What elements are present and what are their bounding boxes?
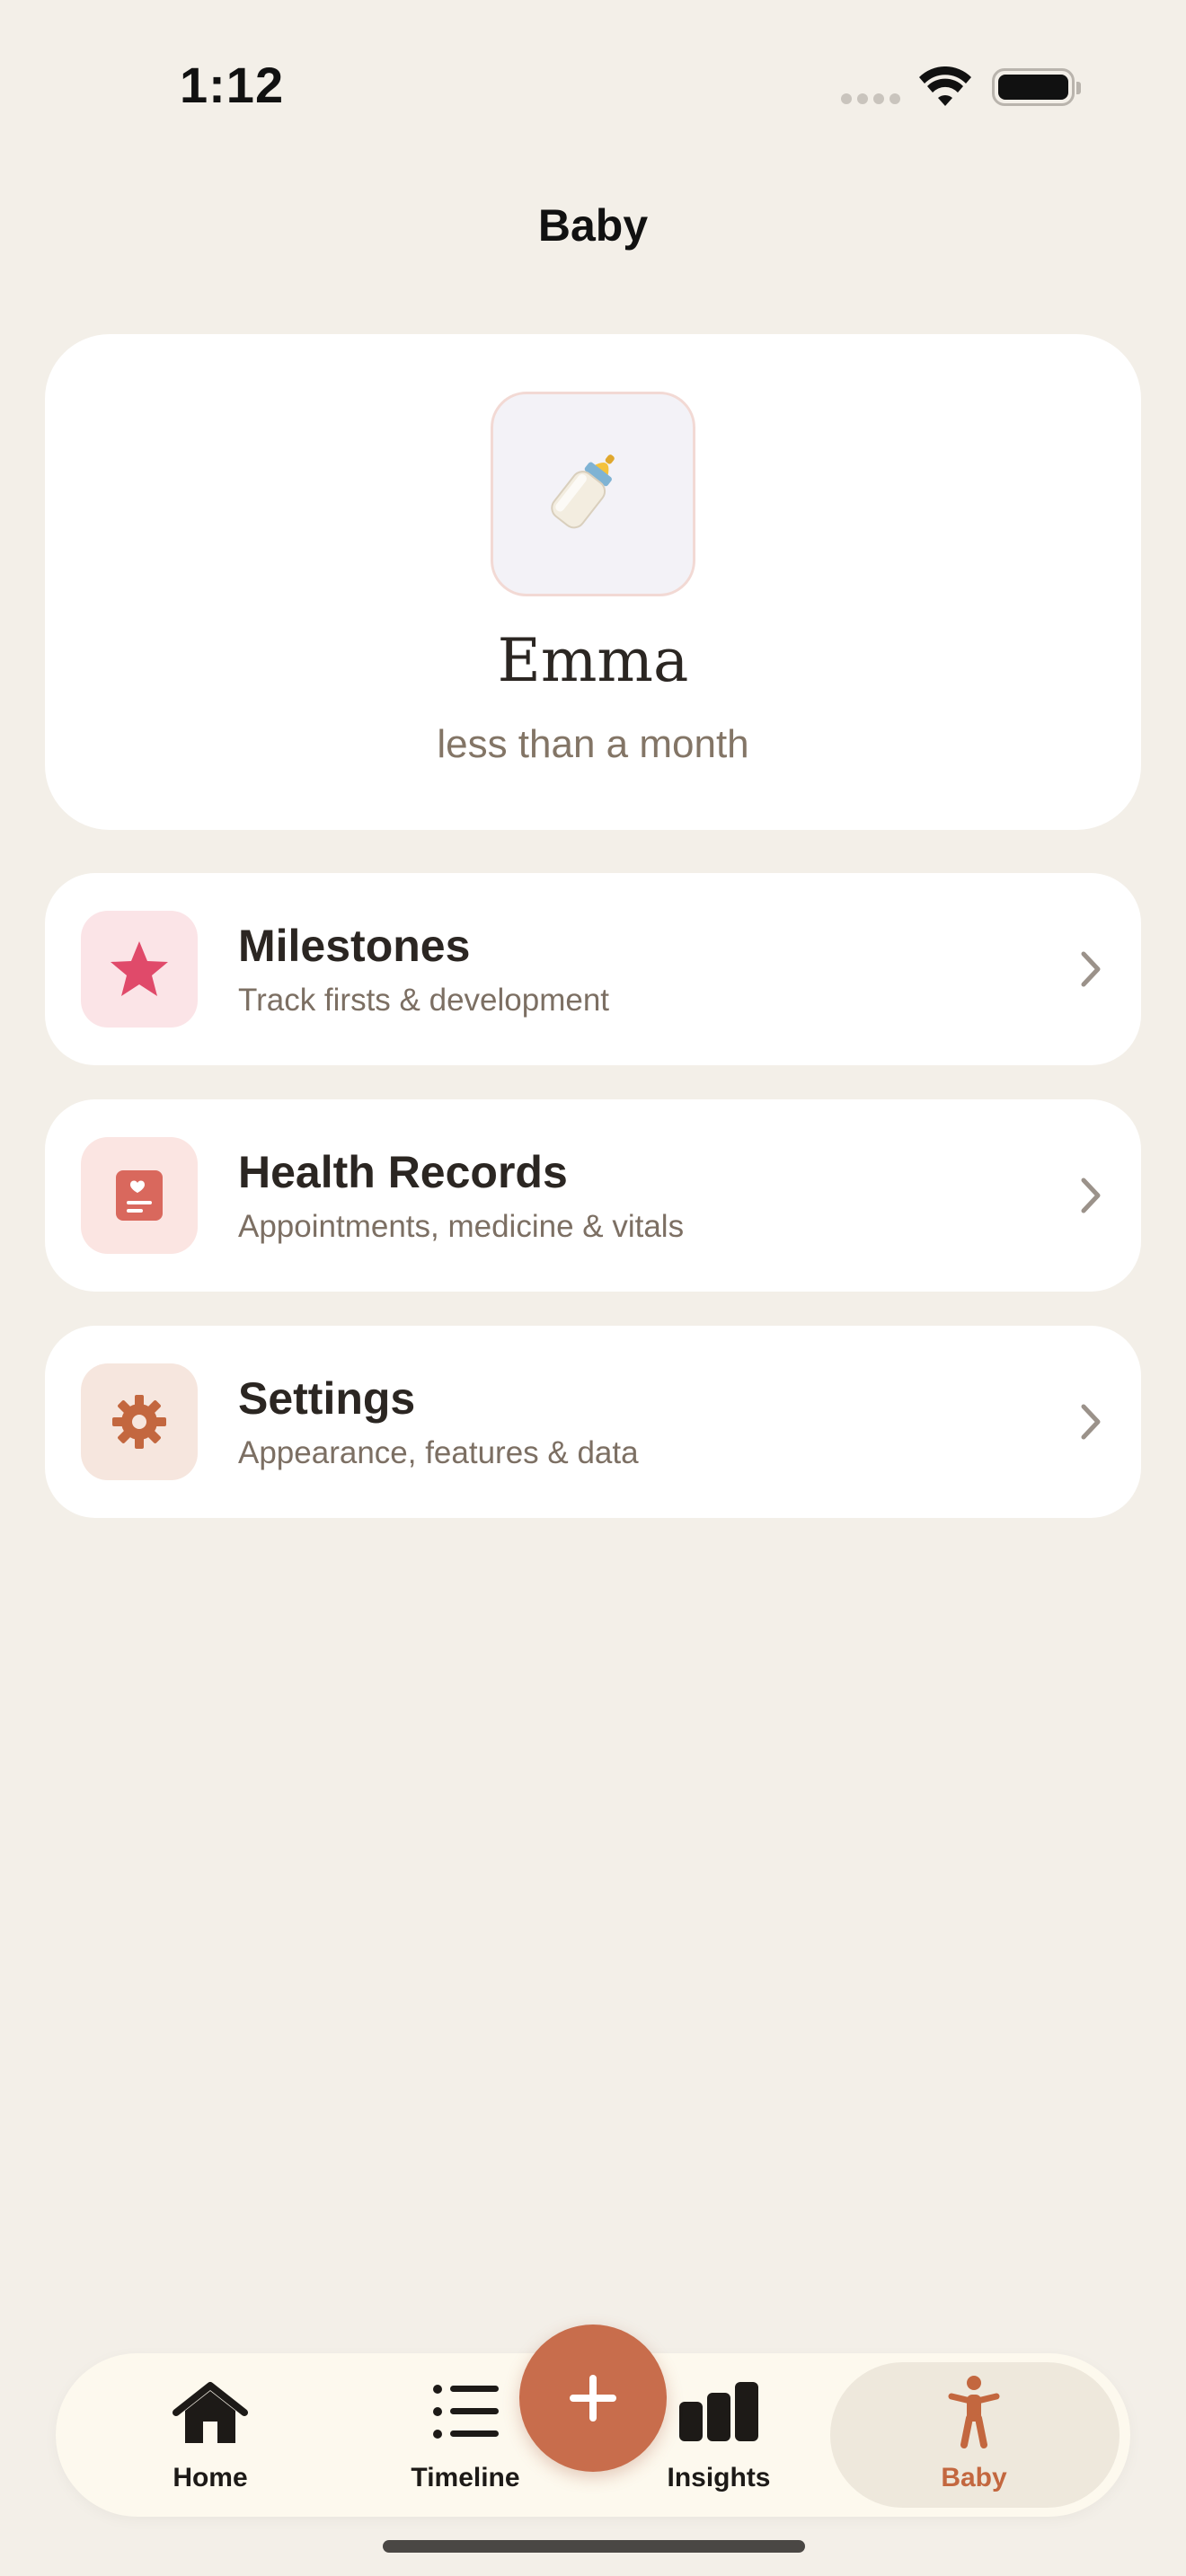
settings-title: Settings (238, 1373, 416, 1424)
chevron-right-icon (1081, 951, 1101, 987)
health-records-icon-box (81, 1137, 198, 1254)
health-records-subtitle: Appointments, medicine & vitals (238, 1209, 685, 1244)
tab-baby[interactable]: Baby (866, 2353, 1082, 2517)
health-records-title: Health Records (238, 1147, 568, 1197)
settings-row[interactable]: Settings Appearance, features & data (45, 1326, 1141, 1518)
milestones-icon-box (81, 911, 198, 1028)
add-entry-button[interactable] (519, 2325, 667, 2472)
tab-insights-label: Insights (667, 2463, 771, 2492)
wifi-icon (919, 66, 971, 106)
chevron-right-icon (1081, 1404, 1101, 1440)
chevron-right-icon (1081, 1178, 1101, 1213)
plus-icon (570, 2375, 616, 2422)
baby-profile-card[interactable]: Emma less than a month (45, 334, 1141, 830)
avatar[interactable] (491, 392, 695, 596)
health-record-icon (116, 1170, 163, 1221)
baby-name: Emma (497, 626, 689, 695)
baby-age: less than a month (437, 722, 749, 766)
home-indicator[interactable] (383, 2540, 805, 2553)
page-title: Baby (537, 200, 649, 251)
baby-bottle-icon (551, 454, 615, 529)
gear-icon (112, 1395, 166, 1449)
settings-icon-box (81, 1363, 198, 1480)
star-icon (111, 941, 168, 996)
tab-home[interactable]: Home (102, 2353, 318, 2517)
figure-icon (948, 2376, 1000, 2448)
health-records-row[interactable]: Health Records Appointments, medicine & … (45, 1099, 1141, 1292)
tab-home-label: Home (173, 2463, 248, 2492)
house-icon (173, 2382, 248, 2443)
cellular-signal-icon (841, 93, 900, 104)
bar-chart-icon (679, 2382, 758, 2441)
milestones-title: Milestones (238, 921, 471, 971)
status-bar: 1:12 (0, 0, 1186, 153)
milestones-subtitle: Track firsts & development (238, 983, 610, 1018)
battery-icon (992, 68, 1081, 106)
tab-timeline-label: Timeline (411, 2463, 520, 2492)
tab-baby-label: Baby (941, 2463, 1007, 2492)
list-icon (433, 2385, 499, 2439)
status-time: 1:12 (180, 57, 285, 113)
milestones-row[interactable]: Milestones Track firsts & development (45, 873, 1141, 1065)
settings-subtitle: Appearance, features & data (238, 1435, 639, 1470)
